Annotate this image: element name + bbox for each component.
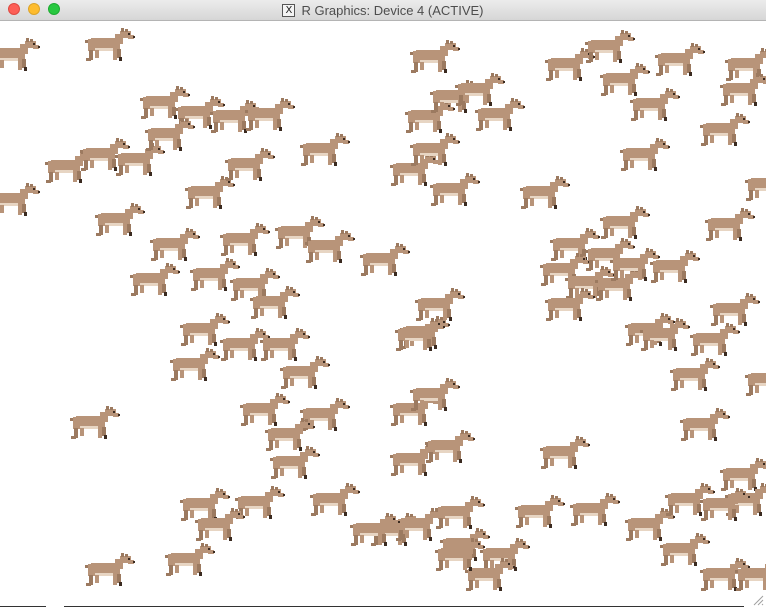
deer-icon — [220, 223, 270, 256]
deer-icon — [410, 40, 460, 73]
window-title: R Graphics: Device 4 (ACTIVE) — [301, 2, 484, 18]
deer-icon — [180, 488, 230, 521]
deer-icon — [95, 203, 145, 236]
deer-icon — [170, 348, 220, 381]
deer-icon — [270, 446, 320, 479]
deer-icon — [410, 378, 460, 411]
deer-icon — [600, 206, 650, 239]
deer-icon — [585, 30, 635, 63]
deer-icon — [705, 208, 755, 241]
title-bar[interactable]: X R Graphics: Device 4 (ACTIVE) — [0, 0, 766, 21]
deer-icon — [220, 328, 270, 361]
deer-icon — [0, 183, 40, 216]
deer-icon — [655, 43, 705, 76]
deer-icon — [515, 495, 565, 528]
deer-icon — [520, 176, 570, 209]
deer-icon — [650, 250, 700, 283]
deer-icon — [540, 436, 590, 469]
deer-icon — [600, 63, 650, 96]
deer-icon — [690, 323, 740, 356]
r-graphics-window: X R Graphics: Device 4 (ACTIVE) — [0, 0, 766, 608]
deer-icon — [0, 38, 40, 71]
deer-icon — [305, 230, 355, 263]
deer-icon — [630, 88, 680, 121]
deer-icon — [455, 73, 505, 106]
deer-icon — [70, 406, 120, 439]
deer-icon — [405, 100, 455, 133]
deer-icon — [660, 533, 710, 566]
deer-icon — [475, 98, 525, 131]
deer-icon — [720, 73, 766, 106]
deer-icon — [190, 258, 240, 291]
deer-icon — [85, 28, 135, 61]
deer-icon — [670, 358, 720, 391]
deer-icon — [545, 48, 595, 81]
deer-icon — [395, 508, 445, 541]
deer-icon — [570, 493, 620, 526]
deer-icon — [280, 356, 330, 389]
plot-canvas — [0, 21, 766, 608]
deer-icon — [360, 243, 410, 276]
deer-icon — [745, 363, 766, 396]
deer-icon — [260, 328, 310, 361]
deer-icon — [165, 543, 215, 576]
deer-icon — [130, 263, 180, 296]
deer-icon — [435, 496, 485, 529]
window-title-group: X R Graphics: Device 4 (ACTIVE) — [0, 0, 766, 20]
deer-icon — [225, 148, 275, 181]
deer-icon — [745, 168, 766, 201]
deer-icon — [710, 293, 760, 326]
deer-icon — [395, 318, 445, 351]
deer-icon — [700, 113, 750, 146]
deer-icon — [145, 118, 195, 151]
deer-icon — [235, 486, 285, 519]
deer-icon — [430, 173, 480, 206]
resize-grip-icon[interactable] — [752, 594, 764, 606]
deer-icon — [150, 228, 200, 261]
deer-scatter — [0, 28, 766, 591]
deer-icon — [415, 288, 465, 321]
deer-icon — [310, 483, 360, 516]
deer-icon — [425, 430, 475, 463]
deer-icon — [300, 133, 350, 166]
deer-icon — [195, 508, 245, 541]
x11-icon: X — [282, 3, 296, 17]
deer-icon — [240, 393, 290, 426]
deer-icon — [625, 508, 675, 541]
deer-icon — [680, 408, 730, 441]
deer-icon — [620, 138, 670, 171]
deer-icon — [85, 553, 135, 586]
deer-icon — [720, 458, 766, 491]
